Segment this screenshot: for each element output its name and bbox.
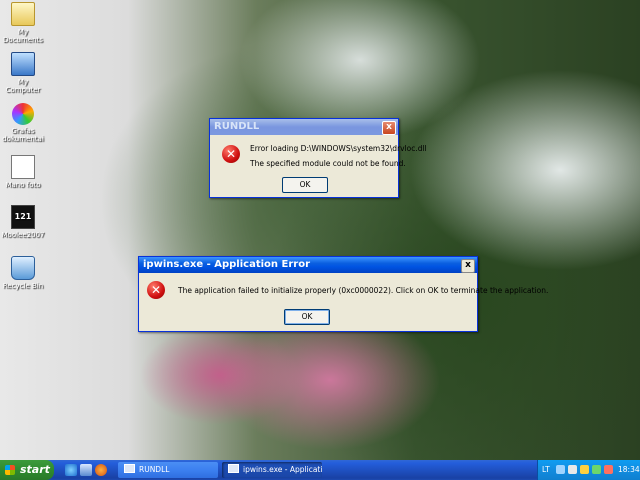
close-button[interactable]: x — [382, 121, 396, 135]
system-tray: LT 18:34 — [537, 460, 640, 480]
desktop-icon-media[interactable]: 121 Moolee2007 — [0, 205, 46, 239]
network-icon[interactable] — [556, 465, 565, 474]
opera-icon — [12, 103, 34, 125]
rundll-dialog: RUNDLL x ✕ Error loading D:\WINDOWS\syst… — [209, 118, 427, 198]
start-label: start — [20, 463, 50, 476]
app-error-message: The application failed to initialize pro… — [178, 286, 549, 295]
rundll-message-line1: Error loading D:\WINDOWS\system32\drvloc… — [250, 144, 427, 153]
window-icon — [228, 464, 239, 473]
desktop-icon-label: Mano foto — [5, 181, 41, 189]
rundll-ok-button[interactable]: OK — [282, 177, 328, 193]
window-icon — [124, 464, 135, 473]
recycle-bin-icon — [11, 256, 35, 280]
antivirus-icon[interactable] — [580, 465, 589, 474]
messenger-icon[interactable] — [592, 465, 601, 474]
app-error-ok-button[interactable]: OK — [284, 309, 330, 325]
error-icon: ✕ — [222, 145, 240, 163]
taskbar: start RUNDLL ipwins.exe - Applicati... L… — [0, 460, 640, 480]
error-icon: ✕ — [147, 281, 165, 299]
desktop-icon-label: Moolee2007 — [1, 231, 45, 239]
desktop-icon-label: My Documents — [3, 28, 43, 44]
volume-icon[interactable] — [568, 465, 577, 474]
desktop-icon-my-documents[interactable]: My Documents — [0, 2, 46, 44]
language-indicator[interactable]: LT — [542, 460, 550, 480]
close-button[interactable]: x — [461, 259, 475, 273]
taskbar-item-label: ipwins.exe - Applicati... — [243, 465, 322, 474]
taskbar-item-rundll[interactable]: RUNDLL — [118, 462, 218, 478]
firefox-icon[interactable] — [95, 464, 107, 476]
rundll-titlebar[interactable]: RUNDLL x — [210, 119, 398, 135]
taskbar-item-ipwins[interactable]: ipwins.exe - Applicati... — [222, 462, 322, 478]
rundll-message-line2: The specified module could not be found. — [250, 159, 406, 168]
my-documents-icon — [11, 2, 35, 26]
desktop-icon-my-computer[interactable]: My Computer — [0, 52, 46, 94]
my-computer-icon — [11, 52, 35, 76]
start-button[interactable]: start — [0, 460, 54, 480]
windows-flag-icon — [5, 465, 15, 475]
rundll-title: RUNDLL — [214, 121, 260, 132]
desktop-icon-label: My Computer — [5, 78, 41, 94]
clock[interactable]: 18:34 — [618, 460, 640, 480]
desktop-icon-label: Recycle Bin — [2, 282, 44, 290]
desktop-icon-recycle-bin[interactable]: Recycle Bin — [0, 256, 46, 290]
show-desktop-icon[interactable] — [80, 464, 92, 476]
app-error-title: ipwins.exe - Application Error — [143, 259, 311, 270]
app-error-dialog: ipwins.exe - Application Error x ✕ The a… — [138, 256, 548, 332]
taskbar-item-label: RUNDLL — [139, 465, 170, 474]
internet-explorer-icon[interactable] — [65, 464, 77, 476]
tray-app-icon[interactable] — [604, 465, 613, 474]
media-player-icon: 121 — [11, 205, 35, 229]
app-error-titlebar[interactable]: ipwins.exe - Application Error x — [139, 257, 477, 273]
desktop-icon-opera[interactable]: Grafas dokumentai — [0, 103, 46, 143]
image-file-icon — [11, 155, 35, 179]
desktop-icon-label: Grafas dokumentai — [2, 127, 44, 143]
desktop-icon-mano-foto[interactable]: Mano foto — [0, 155, 46, 189]
